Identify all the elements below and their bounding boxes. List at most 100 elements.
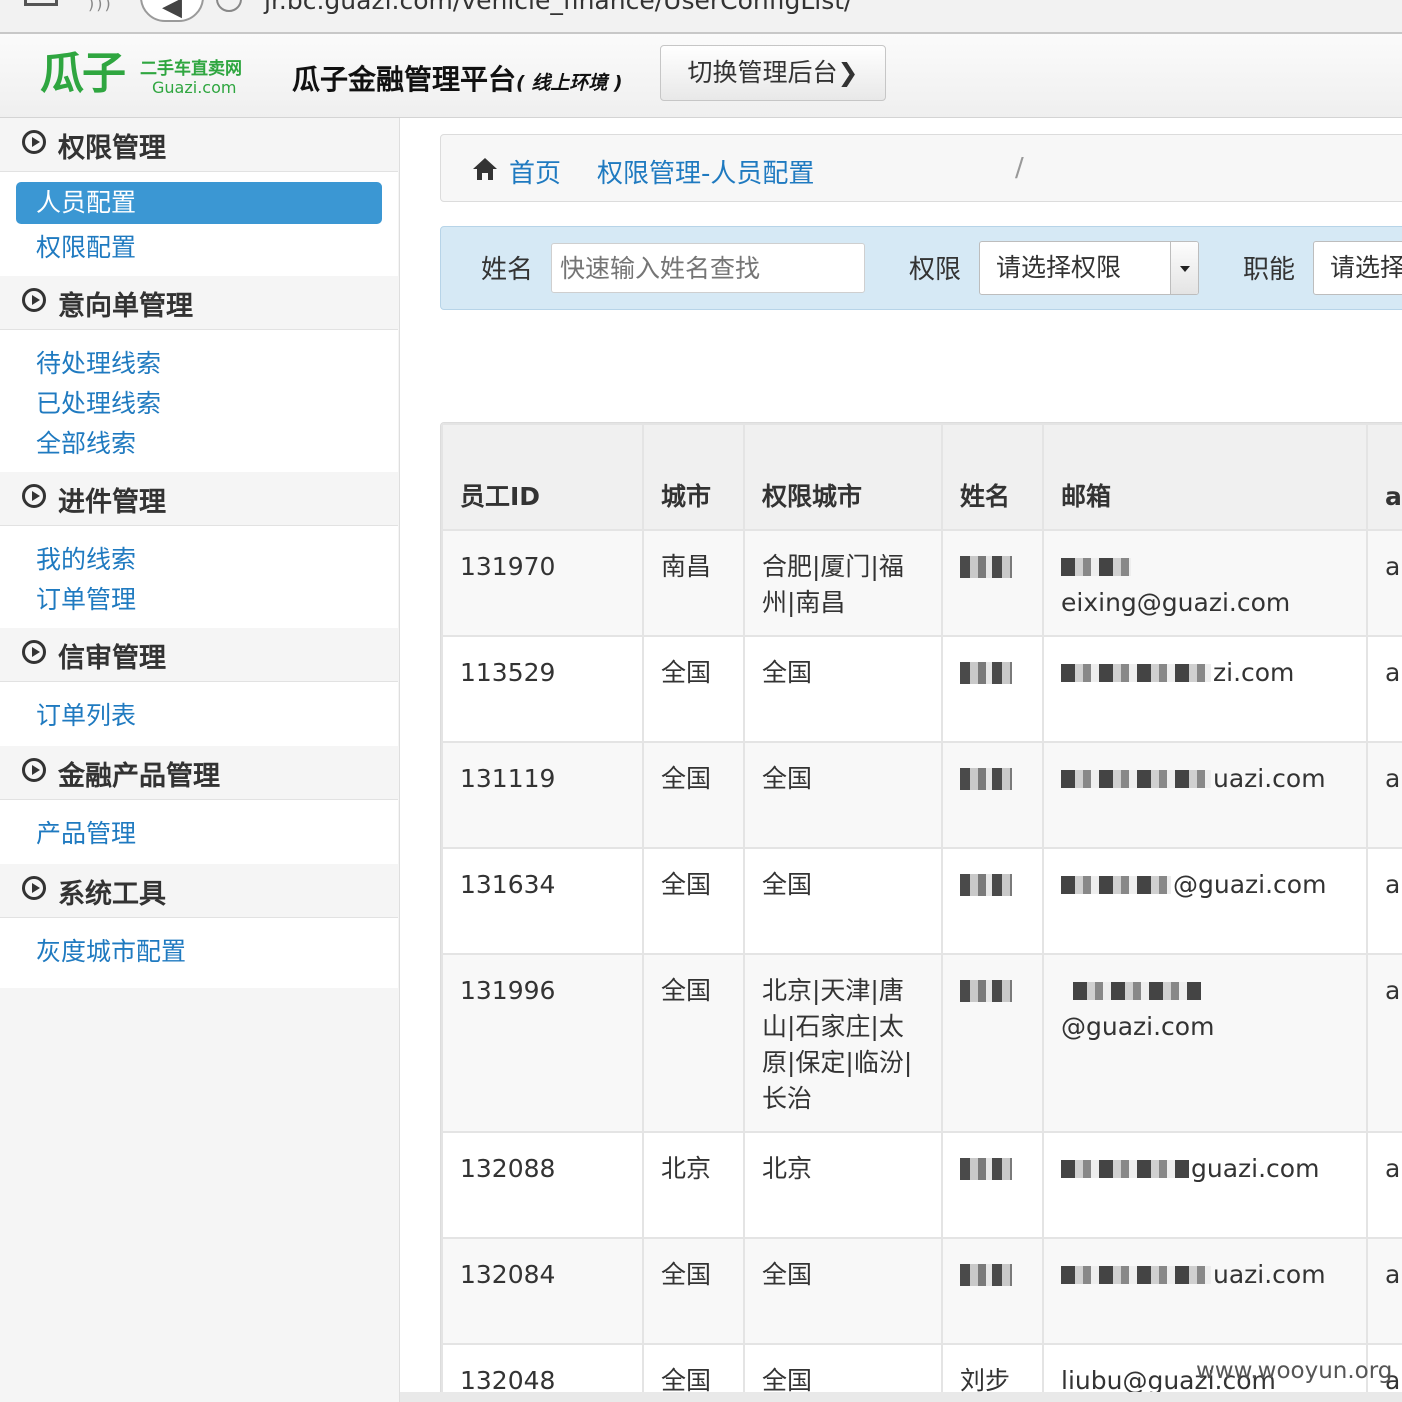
cell-name: [941, 1131, 1044, 1239]
sidebar-group-system-tools: 灰度城市配置: [0, 918, 398, 988]
redacted-email: [1061, 1160, 1189, 1178]
filter-bar: 姓名 权限 请选择权限 职能 请选择: [440, 226, 1402, 310]
permission-select[interactable]: 请选择权限: [979, 241, 1199, 295]
cell-status: ap: [1366, 1237, 1402, 1345]
play-circle-icon: [22, 288, 46, 312]
redacted-email: [1061, 664, 1211, 682]
column-header[interactable]: 员工ID: [441, 423, 644, 531]
back-arrow-icon: ◀: [162, 0, 182, 22]
sidebar-item-processed-leads[interactable]: 已处理线索: [36, 384, 161, 420]
breadcrumb-home-link[interactable]: 首页: [509, 153, 561, 190]
info-icon[interactable]: [216, 0, 242, 12]
sidebar-section-permission[interactable]: 权限管理: [0, 118, 398, 172]
column-header[interactable]: 姓名: [941, 423, 1044, 531]
sidebar-section-finance-product[interactable]: 金融产品管理: [0, 746, 398, 800]
sidebar-item-order-list[interactable]: 订单列表: [36, 696, 136, 732]
column-header[interactable]: 权限城市: [743, 423, 943, 531]
sidebar-section-system-tools[interactable]: 系统工具: [0, 864, 398, 918]
cell-status: ap: [1366, 953, 1402, 1133]
sidebar-item-my-leads[interactable]: 我的线索: [36, 540, 136, 576]
sidebar-item-product-management[interactable]: 产品管理: [36, 814, 136, 850]
table-row[interactable]: 131996 全国 北京|天津|唐山|石家庄|太原|保定|临汾|长治 @guaz…: [441, 953, 1402, 1133]
cell-perm-cities: 北京: [743, 1131, 943, 1239]
extension-icon[interactable]: [24, 0, 58, 6]
switch-admin-button[interactable]: 切换管理后台❯: [660, 45, 886, 101]
cell-city: 全国: [642, 741, 745, 849]
sidebar-item-gray-city-config[interactable]: 灰度城市配置: [36, 932, 186, 968]
back-button[interactable]: ◀: [140, 0, 204, 22]
rss-icon[interactable]: ))): [88, 0, 113, 13]
cell-city: 全国: [642, 953, 745, 1133]
sidebar-item-all-leads[interactable]: 全部线索: [36, 424, 136, 460]
role-select[interactable]: 请选择: [1313, 241, 1402, 295]
table-header-row: 员工ID 城市 权限城市 姓名 邮箱 ap 态: [441, 423, 1402, 531]
cell-perm-cities: 全国: [743, 1237, 943, 1345]
cell-name: [941, 529, 1044, 637]
cell-email: @guazi.com: [1042, 847, 1368, 955]
table-row[interactable]: 131119 全国 全国 uazi.com ap: [441, 741, 1402, 849]
chevron-down-icon: ❯: [837, 58, 859, 87]
cell-city: 全国: [642, 635, 745, 743]
cell-id: 132084: [441, 1237, 644, 1345]
sidebar-item-pending-leads[interactable]: 待处理线索: [36, 344, 161, 380]
redacted-email: [1061, 1266, 1211, 1284]
breadcrumb-separator: /: [1015, 153, 1024, 183]
cell-email: uazi.com: [1042, 1237, 1368, 1345]
column-header[interactable]: 邮箱: [1042, 423, 1368, 531]
logo-mark: 瓜子: [40, 48, 126, 99]
sidebar-item-permission-config[interactable]: 权限配置: [36, 228, 136, 264]
cell-name: [941, 741, 1044, 849]
cell-name: [941, 1237, 1044, 1345]
cell-name: [941, 847, 1044, 955]
cell-email: @guazi.com: [1042, 953, 1368, 1133]
sidebar-section-intent[interactable]: 意向单管理: [0, 276, 398, 330]
home-icon: [473, 158, 497, 180]
env-label: ( 线上环境 ): [516, 72, 623, 94]
column-header[interactable]: ap 态: [1366, 423, 1402, 531]
redacted-email: [1073, 982, 1201, 1000]
sidebar-item-order-management[interactable]: 订单管理: [36, 580, 136, 616]
cell-status: ap: [1366, 741, 1402, 849]
sidebar: 权限管理 人员配置 权限配置 意向单管理 待处理线索 已处理线索 全部线索 进件…: [0, 118, 400, 1402]
sidebar-section-label: 权限管理: [58, 133, 166, 164]
cell-perm-cities: 合肥|厦门|福州|南昌: [743, 529, 943, 637]
browser-toolbar: ))) ◀ jr.bc.guazi.com/vehicle_finance/Us…: [0, 0, 1402, 34]
redacted-email: [1061, 876, 1171, 894]
guazi-logo[interactable]: 瓜子 二手车直卖网 Guazi.com: [40, 48, 270, 104]
switch-admin-label: 切换管理后台: [687, 58, 838, 87]
cell-id: 131634: [441, 847, 644, 955]
cell-email: guazi.com: [1042, 1131, 1368, 1239]
redacted-name: [960, 874, 1012, 896]
sidebar-group-intent: 待处理线索 已处理线索 全部线索: [0, 330, 398, 472]
cell-email: eixing@guazi.com: [1042, 529, 1368, 637]
cell-id: 113529: [441, 635, 644, 743]
cell-id: 131996: [441, 953, 644, 1133]
table-row[interactable]: 113529 全国 全国 zi.com ap: [441, 635, 1402, 743]
page-title: 瓜子金融管理平台( 线上环境 ): [292, 58, 623, 98]
sidebar-section-intake[interactable]: 进件管理: [0, 472, 398, 526]
play-circle-icon: [22, 130, 46, 154]
redacted-name: [960, 556, 1012, 578]
redacted-name: [960, 1158, 1012, 1180]
permission-select-value: 请选择权限: [996, 253, 1122, 282]
app-title-text: 瓜子金融管理平台: [292, 63, 517, 96]
address-bar[interactable]: jr.bc.guazi.com/vehicle_finance/UserConf…: [264, 0, 852, 15]
name-search-input[interactable]: [551, 243, 865, 293]
table-row[interactable]: 132088 北京 北京 guazi.com ap: [441, 1131, 1402, 1239]
app-header: 瓜子 二手车直卖网 Guazi.com 瓜子金融管理平台( 线上环境 ) 切换管…: [0, 34, 1402, 118]
sidebar-item-staff-config[interactable]: 人员配置: [16, 182, 382, 224]
column-header[interactable]: 城市: [642, 423, 745, 531]
permission-filter-label: 权限: [909, 255, 962, 285]
cell-city: 全国: [642, 847, 745, 955]
redacted-name: [960, 662, 1012, 684]
logo-domain: Guazi.com: [152, 78, 237, 97]
table-row[interactable]: 131634 全国 全国 @guazi.com ap: [441, 847, 1402, 955]
table-row[interactable]: 131970 南昌 合肥|厦门|福州|南昌 eixing@guazi.com a…: [441, 529, 1402, 637]
horizontal-scrollbar[interactable]: [400, 1392, 1402, 1402]
email-suffix: uazi.com: [1213, 1260, 1326, 1289]
table-row[interactable]: 132084 全国 全国 uazi.com ap: [441, 1237, 1402, 1345]
breadcrumb-current[interactable]: 权限管理-人员配置: [597, 153, 814, 190]
cell-email: uazi.com: [1042, 741, 1368, 849]
sidebar-section-credit[interactable]: 信审管理: [0, 628, 398, 682]
cell-perm-cities: 全国: [743, 741, 943, 849]
